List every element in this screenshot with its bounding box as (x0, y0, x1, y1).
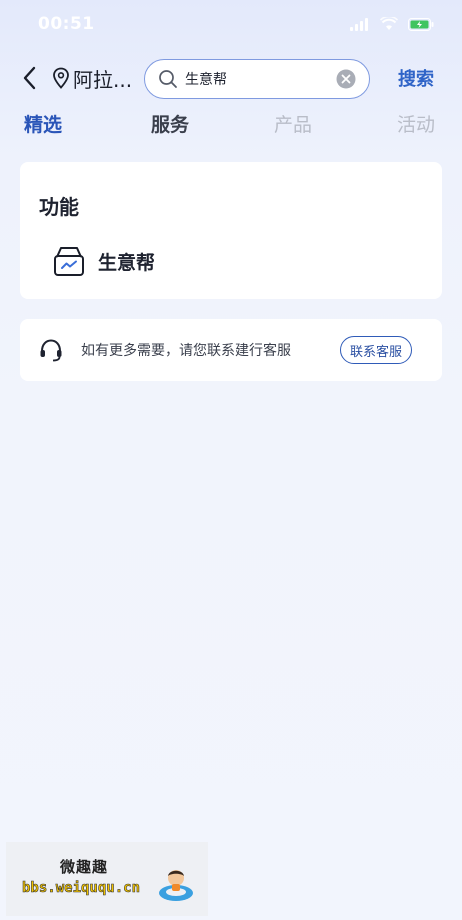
clear-icon[interactable] (336, 69, 356, 89)
search-button[interactable]: 搜索 (398, 65, 434, 91)
storefront-icon (54, 247, 84, 276)
signal-icon (350, 17, 370, 31)
search-value: 生意帮 (185, 72, 227, 88)
function-card: 功能 生意帮 (20, 162, 442, 299)
headset-icon (40, 339, 62, 362)
tab-products[interactable]: 产品 (274, 110, 312, 137)
search-icon (158, 69, 178, 89)
nav-row: 阿拉... 生意帮 搜索 (0, 56, 462, 100)
watermark: 微趣趣 bbs.weiququ.cn (6, 842, 208, 916)
location-pin-icon (53, 67, 69, 89)
status-time: 00:51 (38, 14, 95, 34)
help-text: 如有更多需要，请您联系建行客服 (81, 343, 291, 359)
location-selector[interactable]: 阿拉... (52, 63, 132, 93)
customer-service-card: 如有更多需要，请您联系建行客服 联系客服 (20, 319, 442, 381)
function-section-title: 功能 (39, 195, 79, 219)
function-item-label: 生意帮 (98, 251, 156, 274)
back-button[interactable] (14, 62, 44, 94)
tab-services[interactable]: 服务 (151, 110, 189, 137)
watermark-url: bbs.weiququ.cn (22, 880, 141, 897)
tab-featured[interactable]: 精选 (24, 110, 62, 137)
category-tabs: 精选 服务 产品 活动 (0, 110, 462, 142)
watermark-title: 微趣趣 (60, 858, 109, 876)
wifi-icon (380, 17, 398, 31)
contact-service-button[interactable]: 联系客服 (340, 336, 412, 364)
tab-activities[interactable]: 活动 (397, 110, 435, 137)
function-item-shengyibang[interactable]: 生意帮 (52, 242, 155, 280)
status-icons (350, 17, 434, 31)
location-label: 阿拉... (73, 67, 133, 92)
mascot-icon (159, 870, 193, 901)
chevron-left-icon (23, 66, 36, 90)
battery-icon (408, 17, 434, 31)
search-input[interactable]: 生意帮 (144, 59, 370, 99)
status-bar: 00:51 (0, 0, 462, 50)
